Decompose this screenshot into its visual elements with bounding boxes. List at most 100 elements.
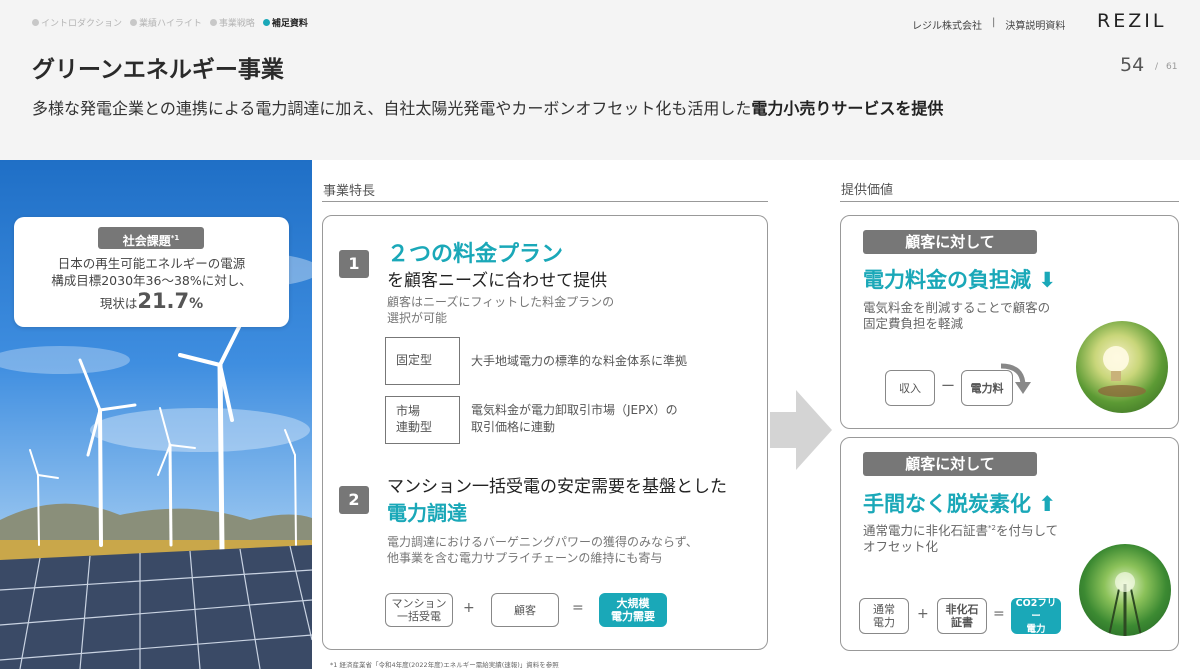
curved-arrow-icon: [1000, 363, 1031, 394]
current-ratio-prefix: 現状は: [99, 296, 138, 311]
values-section-divider: [840, 201, 1179, 202]
tree-canopy-icon: [1108, 572, 1142, 636]
value2-desc-line: オフセット化: [863, 539, 939, 555]
chevron-right-icon: [770, 390, 832, 470]
feature2-desc: 電力調達におけるバーゲニングパワーの獲得のみならず、 他事業を含む電力サプライチ…: [387, 534, 698, 566]
feature2-desc-line: 電力調達におけるバーゲニングパワーの獲得のみならず、: [387, 535, 698, 549]
social-issue-text: 日本の再生可能エネルギーの電源 構成目標2030年36～38%に対し、: [14, 255, 289, 289]
plan-market-desc-line: 電気料金が電力卸取引市場（JEPX）の: [471, 403, 678, 417]
nav-item-label: イントロダクション: [41, 19, 123, 29]
value1-desc-line: 固定費負担を軽減: [863, 316, 964, 331]
company-name: レジル株式会社: [912, 21, 982, 32]
eq-pill-line: CO2フリー: [1015, 597, 1057, 622]
nav-dot-icon: [130, 19, 138, 26]
eq-large-demand-pill: 大規模 電力需要: [599, 593, 667, 627]
value-box-decarbon: 顧客に対して 手間なく脱炭素化 ⬆ 通常電力に非化石証書*2を付与して オフセッ…: [840, 437, 1179, 651]
value-tag: 顧客に対して: [863, 452, 1037, 476]
value2-desc-text: 通常電力に非化石証書: [863, 523, 989, 539]
feature-number-badge: 2: [339, 486, 369, 514]
social-issue-line: 構成目標2030年36～38%に対し、: [51, 273, 252, 288]
nav-item-highlight[interactable]: 業績ハイライト: [130, 16, 202, 29]
current-ratio-unit: %: [189, 296, 204, 312]
nav-dot-icon: [209, 19, 217, 26]
plan-market-label: 市場 連動型: [385, 396, 460, 444]
feature2-headline: 電力調達: [387, 501, 467, 525]
minus-icon: ー: [941, 379, 955, 395]
nav-item-supplement[interactable]: 補足資料: [262, 16, 308, 29]
social-issue-line: 日本の再生可能エネルギーの電源: [57, 256, 246, 271]
features-box: 1 ２つの料金プラン を顧客ニーズに合わせて提供 顧客はニーズにフィットした料金…: [322, 215, 768, 650]
eq-pill-line: 電力需要: [611, 610, 655, 623]
value2-desc: 通常電力に非化石証書*2を付与して オフセット化: [863, 520, 1058, 555]
eq-mansion-pill: マンション 一括受電: [385, 593, 453, 627]
eq-income-pill: 収入: [885, 370, 935, 406]
header-separator: |: [992, 17, 996, 28]
page-title: グリーンエネルギー事業: [32, 57, 284, 83]
forest-photo: [1079, 544, 1171, 636]
feature2-subhead: マンション一括受電の安定需要を基盤とした: [387, 477, 727, 497]
plan-market-desc-line: 取引価格に連動: [471, 420, 556, 434]
section-nav: イントロダクション 業績ハイライト 事業戦略 補足資料: [32, 16, 308, 29]
value2-headline-text: 手間なく脱炭素化: [863, 492, 1031, 516]
page-total-value: 61: [1166, 62, 1178, 72]
eq-pill-line: 通常: [873, 603, 895, 616]
value2-desc-text: を付与して: [995, 523, 1059, 539]
page-subtitle: 多様な発電企業との連携による電力調達に加え、自社太陽光発電やカーボンオフセット化…: [32, 95, 943, 119]
value2-headline: 手間なく脱炭素化 ⬆: [863, 488, 1056, 518]
eq-pill-line: 電力: [1026, 623, 1046, 635]
footnote-marker: *1: [170, 234, 180, 242]
social-issue-card: 社会課題*1 日本の再生可能エネルギーの電源 構成目標2030年36～38%に対…: [14, 217, 289, 327]
value2-desc-line: 通常電力に非化石証書*2を付与して: [863, 520, 1058, 539]
feature1-subhead: を顧客ニーズに合わせて提供: [387, 271, 608, 291]
value1-desc-line: 電気料金を削減することで顧客の: [863, 300, 1051, 315]
arrow-up-icon: ⬆: [1038, 492, 1056, 516]
nav-dot-icon: [262, 19, 270, 26]
current-ratio-value: 21.7: [137, 289, 190, 313]
eq-pill-line: 大規模: [616, 597, 650, 610]
plan-market-label-line: 連動型: [396, 420, 433, 434]
page-slash: /: [1155, 62, 1159, 72]
nav-item-label: 事業戦略: [218, 19, 255, 29]
nav-item-label: 補足資料: [271, 19, 308, 29]
subtitle-text: 多様な発電企業との連携による電力調達に加え、自社太陽光発電やカーボンオフセット化…: [32, 99, 752, 118]
plan-market-label-line: 市場: [396, 404, 421, 418]
plan-fixed-desc: 大手地域電力の標準的な料金体系に準拠: [471, 354, 688, 368]
document-type: 決算説明資料: [1005, 21, 1066, 32]
plan-fixed-label: 固定型: [385, 337, 460, 385]
eq-pill-line: 電力: [873, 616, 895, 629]
eq-pill-line: 一括受電: [397, 610, 441, 623]
plus-icon: +: [917, 606, 929, 622]
subtitle-emphasis: 電力小売りサービスを提供: [751, 99, 944, 118]
eq-pill-line: 非化石: [945, 603, 979, 616]
current-ratio: 現状は21.7%: [14, 289, 289, 313]
nav-dot-icon: [32, 19, 39, 26]
value-tag: 顧客に対して: [863, 230, 1037, 254]
eq-pill-line: マンション: [391, 597, 447, 610]
features-section-divider: [322, 201, 768, 202]
value-box-cost: 顧客に対して 電力料金の負担減 ⬇ 電気料金を削減することで顧客の 固定費負担を…: [840, 215, 1179, 429]
nav-item-label: 業績ハイライト: [139, 19, 202, 29]
footnote-marker: *2: [988, 524, 996, 532]
nav-item-intro[interactable]: イントロダクション: [32, 16, 122, 29]
social-issue-tag: 社会課題*1: [98, 227, 204, 249]
header-meta: レジル株式会社 | 決算説明資料: [912, 17, 1065, 32]
arrow-down-icon: ⬇: [1038, 268, 1056, 292]
feature1-desc: 顧客はニーズにフィットした料金プランの 選択が可能: [387, 294, 614, 326]
equals-icon: =: [572, 600, 584, 616]
page-total: / 61: [1155, 62, 1178, 72]
social-issue-tag-label: 社会課題: [122, 234, 171, 248]
feature1-desc-line: 選択が可能: [387, 311, 448, 325]
equals-icon: =: [993, 606, 1005, 622]
nav-item-strategy[interactable]: 事業戦略: [209, 16, 255, 29]
page-number: 54: [1120, 54, 1145, 76]
feature1-desc-line: 顧客はニーズにフィットした料金プランの: [387, 295, 615, 309]
feature1-headline: ２つの料金プラン: [387, 242, 564, 267]
value1-headline: 電力料金の負担減 ⬇: [863, 264, 1056, 294]
lightbulb-icon: [1098, 346, 1146, 397]
rezil-logo: REZIL: [1097, 10, 1167, 32]
feature2-desc-line: 他事業を含む電力サプライチェーンの維持にも寄与: [387, 551, 663, 565]
eq-customer-pill: 顧客: [491, 593, 559, 627]
value1-headline-text: 電力料金の負担減: [863, 268, 1031, 292]
lightbulb-photo: [1076, 321, 1168, 413]
eq-normal-power-pill: 通常 電力: [859, 598, 909, 634]
